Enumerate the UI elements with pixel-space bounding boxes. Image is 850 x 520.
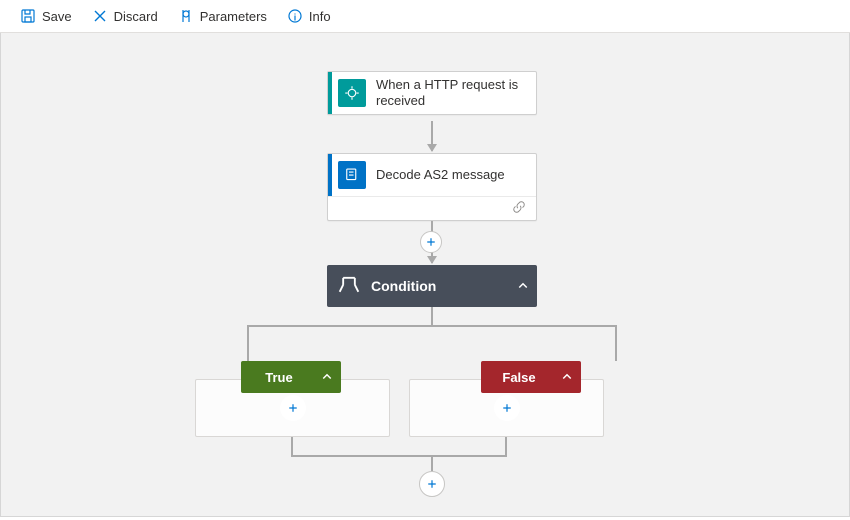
chevron-up-icon[interactable]: [553, 371, 581, 383]
branch-header-false[interactable]: False: [481, 361, 581, 393]
link-icon: [512, 200, 526, 217]
branch-false-label: False: [485, 370, 553, 385]
connector-line: [431, 307, 433, 325]
connector-line: [247, 325, 249, 361]
connector-line: [431, 455, 433, 471]
designer-canvas[interactable]: When a HTTP request is received Decode A…: [0, 33, 850, 517]
branch-header-true[interactable]: True: [241, 361, 341, 393]
card-stripe: [328, 154, 332, 196]
branch-true-label: True: [245, 370, 313, 385]
discard-button[interactable]: Discard: [84, 6, 166, 26]
save-button[interactable]: Save: [12, 6, 80, 26]
add-step-button[interactable]: [420, 231, 442, 253]
chevron-up-icon[interactable]: [509, 280, 537, 292]
chevron-up-icon[interactable]: [313, 371, 341, 383]
trigger-card-http-request[interactable]: When a HTTP request is received: [327, 71, 537, 115]
decode-icon: [338, 161, 366, 189]
action-card-decode-as2[interactable]: Decode AS2 message: [327, 153, 537, 221]
add-action-true-button[interactable]: [280, 395, 306, 421]
connector-line: [291, 437, 293, 455]
toolbar: Save Discard Parameters Info: [0, 0, 850, 33]
card-header: When a HTTP request is received: [328, 72, 536, 114]
http-icon: [338, 79, 366, 107]
card-title: When a HTTP request is received: [376, 77, 536, 110]
condition-title: Condition: [371, 278, 509, 294]
card-stripe: [328, 72, 332, 114]
connector-line: [247, 325, 617, 327]
card-footer: [328, 196, 536, 220]
condition-card[interactable]: Condition: [327, 265, 537, 307]
info-label: Info: [309, 9, 331, 24]
add-action-false-button[interactable]: [494, 395, 520, 421]
discard-icon: [92, 8, 108, 24]
connector-arrow: [431, 121, 433, 151]
connector-line: [291, 455, 507, 457]
add-step-bottom-button[interactable]: [419, 471, 445, 497]
connector-line: [615, 325, 617, 361]
card-header: Decode AS2 message: [328, 154, 536, 196]
card-title: Decode AS2 message: [376, 167, 536, 183]
connector-line: [505, 437, 507, 455]
save-icon: [20, 8, 36, 24]
condition-icon: [335, 272, 363, 300]
parameters-label: Parameters: [200, 9, 267, 24]
save-label: Save: [42, 9, 72, 24]
info-icon: [287, 8, 303, 24]
parameters-button[interactable]: Parameters: [170, 6, 275, 26]
info-button[interactable]: Info: [279, 6, 339, 26]
parameters-icon: [178, 8, 194, 24]
discard-label: Discard: [114, 9, 158, 24]
